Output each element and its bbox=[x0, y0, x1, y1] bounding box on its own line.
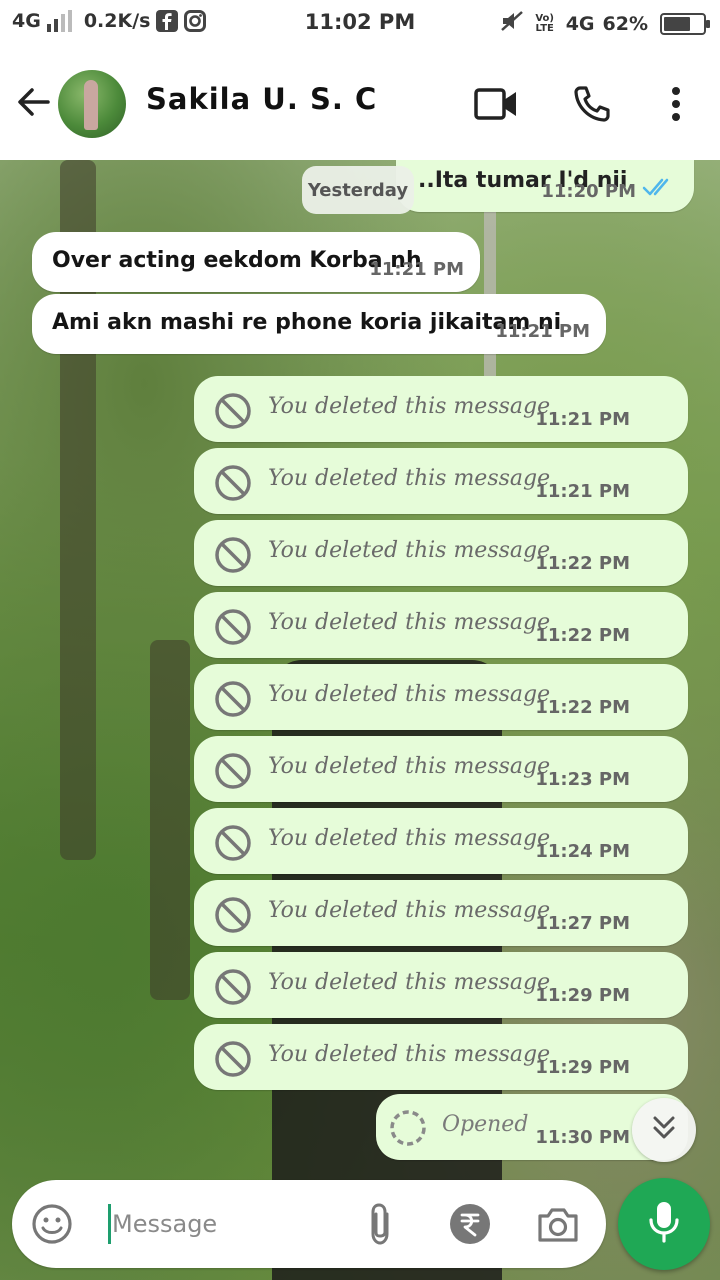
message-text: You deleted this message bbox=[268, 1042, 551, 1067]
message-text: You deleted this message bbox=[268, 466, 551, 491]
network-right-label: 4G bbox=[565, 12, 595, 35]
deleted-ban-icon bbox=[214, 896, 252, 938]
deleted-ban-icon bbox=[214, 752, 252, 794]
deleted-message[interactable]: You deleted this message 11:22 PM bbox=[194, 520, 688, 586]
deleted-message[interactable]: You deleted this message 11:22 PM bbox=[194, 592, 688, 658]
deleted-ban-icon bbox=[214, 392, 252, 434]
rupee-payment-icon[interactable] bbox=[446, 1200, 494, 1248]
message-text: You deleted this message bbox=[268, 970, 551, 995]
mic-button[interactable] bbox=[618, 1178, 710, 1270]
deleted-message[interactable]: You deleted this message 11:29 PM bbox=[194, 952, 688, 1018]
deleted-message[interactable]: You deleted this message 11:24 PM bbox=[194, 808, 688, 874]
video-call-icon[interactable] bbox=[472, 80, 520, 128]
deleted-message[interactable]: You deleted this message 11:21 PM bbox=[194, 376, 688, 442]
message-text: Ami akn mashi re phone koria jikaitam ni bbox=[52, 310, 562, 335]
battery-icon bbox=[660, 12, 710, 35]
deleted-message[interactable]: You deleted this message 11:27 PM bbox=[194, 880, 688, 946]
message-text: You deleted this message bbox=[268, 682, 551, 707]
incoming-message[interactable]: Ami akn mashi re phone koria jikaitam ni… bbox=[32, 294, 606, 354]
message-time: 11:23 PM bbox=[535, 769, 630, 790]
deleted-ban-icon bbox=[214, 536, 252, 578]
message-time: 11:22 PM bbox=[535, 553, 630, 574]
incoming-message[interactable]: Over acting eekdom Korba nh 11:21 PM bbox=[32, 232, 480, 292]
message-time: 11:29 PM bbox=[535, 1057, 630, 1078]
message-input[interactable] bbox=[112, 1202, 352, 1246]
double-chevron-down-icon bbox=[649, 1113, 679, 1147]
message-text: Over acting eekdom Korba nh bbox=[52, 248, 422, 273]
chat-header: Sakila U. S. C bbox=[0, 48, 720, 160]
text-caret bbox=[108, 1204, 111, 1244]
outgoing-message[interactable]: ..Ita tumar I'd nii 11:20 PM bbox=[396, 160, 694, 212]
back-arrow-icon[interactable] bbox=[14, 82, 54, 122]
chat-area[interactable]: ..Ita tumar I'd nii 11:20 PM Yesterday O… bbox=[0, 160, 720, 1280]
message-text: You deleted this message bbox=[268, 898, 551, 923]
emoji-icon[interactable] bbox=[28, 1200, 76, 1248]
message-time: 11:22 PM bbox=[535, 625, 630, 646]
wallpaper-tree bbox=[150, 640, 190, 1000]
camera-icon[interactable] bbox=[534, 1200, 582, 1248]
more-vert-icon[interactable] bbox=[652, 80, 700, 128]
view-once-icon bbox=[388, 1108, 428, 1152]
message-time: 11:21 PM bbox=[495, 321, 590, 342]
deleted-message[interactable]: You deleted this message 11:29 PM bbox=[194, 1024, 688, 1090]
contact-name[interactable]: Sakila U. S. C bbox=[146, 82, 377, 116]
message-time: 11:21 PM bbox=[369, 259, 464, 280]
read-ticks-icon bbox=[642, 178, 676, 200]
mute-icon bbox=[500, 10, 524, 37]
deleted-message[interactable]: You deleted this message 11:23 PM bbox=[194, 736, 688, 802]
message-time: 11:21 PM bbox=[535, 409, 630, 430]
deleted-message[interactable]: You deleted this message 11:21 PM bbox=[194, 448, 688, 514]
message-text: You deleted this message bbox=[268, 538, 551, 563]
message-text: You deleted this message bbox=[268, 754, 551, 779]
status-bar: 4G 0.2K/s 11:02 PM Vo) LTE 4G 62% bbox=[0, 0, 720, 48]
avatar[interactable] bbox=[58, 70, 126, 138]
scroll-to-bottom-button[interactable] bbox=[632, 1098, 696, 1162]
date-chip: Yesterday bbox=[302, 166, 414, 214]
deleted-ban-icon bbox=[214, 680, 252, 722]
message-text: You deleted this message bbox=[268, 610, 551, 635]
battery-percent: 62% bbox=[602, 12, 648, 35]
volte-label: Vo) LTE bbox=[535, 12, 554, 34]
deleted-ban-icon bbox=[214, 464, 252, 506]
message-text: Opened bbox=[442, 1112, 529, 1137]
message-text: You deleted this message bbox=[268, 394, 551, 419]
deleted-ban-icon bbox=[214, 824, 252, 866]
mic-icon bbox=[647, 1200, 681, 1248]
message-composer bbox=[12, 1180, 606, 1268]
message-time: 11:20 PM bbox=[541, 181, 636, 202]
attach-icon[interactable] bbox=[356, 1200, 404, 1248]
message-time: 11:22 PM bbox=[535, 697, 630, 718]
deleted-ban-icon bbox=[214, 968, 252, 1010]
status-right: Vo) LTE 4G 62% bbox=[500, 10, 710, 37]
phone-icon[interactable] bbox=[568, 80, 616, 128]
message-time: 11:21 PM bbox=[535, 481, 630, 502]
deleted-ban-icon bbox=[214, 1040, 252, 1082]
message-time: 11:30 PM bbox=[535, 1127, 630, 1148]
deleted-ban-icon bbox=[214, 608, 252, 650]
message-time: 11:24 PM bbox=[535, 841, 630, 862]
message-text: You deleted this message bbox=[268, 826, 551, 851]
deleted-message[interactable]: You deleted this message 11:22 PM bbox=[194, 664, 688, 730]
message-time: 11:29 PM bbox=[535, 985, 630, 1006]
message-time: 11:27 PM bbox=[535, 913, 630, 934]
